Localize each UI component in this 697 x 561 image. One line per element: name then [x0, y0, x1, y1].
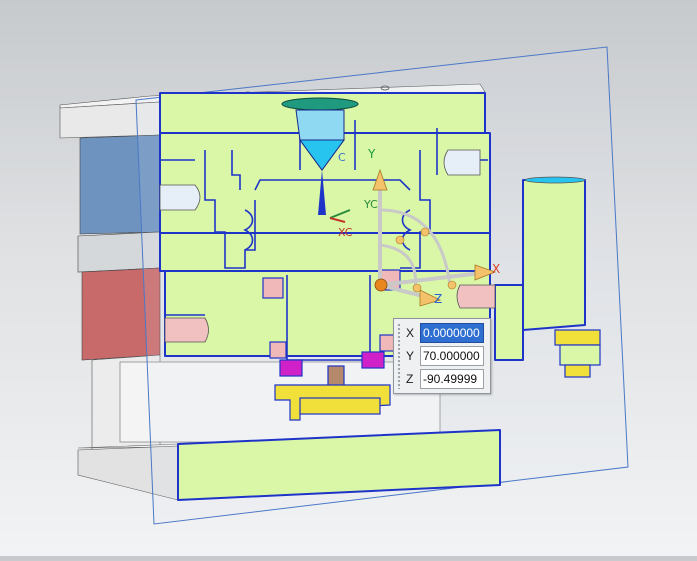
x-axis-label: X — [492, 262, 501, 276]
y-coordinate-input[interactable] — [420, 346, 484, 366]
graphics-viewport[interactable]: Y X Z XC YC C — [0, 0, 697, 556]
drag-grip[interactable] — [397, 323, 401, 389]
origin-handle[interactable] — [374, 278, 388, 292]
x-coordinate-input[interactable] — [420, 323, 484, 343]
y-coordinate-row: Y — [404, 346, 488, 366]
x-coordinate-label: X — [406, 326, 415, 340]
mold-model-view — [59, 46, 629, 525]
z-coordinate-label: Z — [406, 372, 414, 386]
wcs-yc-label: YC — [364, 198, 378, 211]
z-coordinate-input[interactable] — [420, 369, 484, 389]
x-coordinate-row: X — [404, 323, 488, 343]
y-coordinate-label: Y — [406, 349, 415, 363]
wcs-xc-label: XC — [338, 226, 353, 239]
z-coordinate-row: Z — [404, 369, 488, 389]
wcs-zc-label: C — [338, 151, 346, 164]
z-axis-label: Z — [434, 292, 443, 306]
y-axis-label: Y — [368, 147, 376, 161]
coordinate-input-dialog: X Y Z — [393, 318, 491, 394]
